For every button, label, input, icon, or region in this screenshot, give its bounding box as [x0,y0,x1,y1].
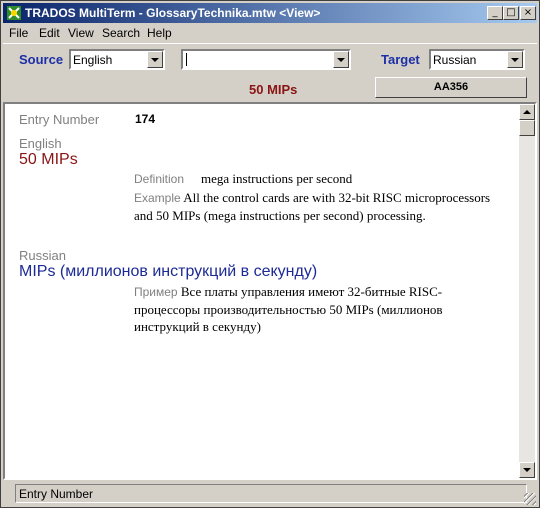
menu-help[interactable]: Help [147,26,172,40]
minimize-button[interactable]: _ [487,6,503,20]
search-toolbar: Source English Target Russian 50 MIPs AA… [3,43,537,102]
example-block: Example All the control cards are with 3… [134,189,506,224]
chevron-down-icon[interactable] [507,51,523,68]
chevron-down-icon[interactable] [147,51,163,68]
text-cursor [186,53,187,66]
target-example-block: Пример Все платы управления имеют 32-бит… [134,283,506,335]
example-label: Example [134,191,181,205]
source-language-value: English [73,53,113,67]
menu-search[interactable]: Search [102,26,140,40]
status-panel: Entry Number [15,484,527,503]
source-language-select[interactable]: English [69,49,165,70]
target-language-value: Russian [433,53,477,67]
scroll-thumb[interactable] [519,120,535,136]
entry-view-pane: Entry Number 174 English 50 MIPs Definit… [3,102,537,480]
maximize-button[interactable]: □ [503,6,519,20]
scroll-down-button[interactable] [519,462,535,478]
close-button[interactable]: × [520,6,536,20]
target-language-select[interactable]: Russian [429,49,525,70]
current-term: 50 MIPs [249,82,298,97]
menu-bar: File Edit View Search Help [3,24,537,42]
entry-number-label: Entry Number [19,112,100,127]
source-label: Source [19,52,64,67]
example-text: All the control cards are with 32-bit RI… [134,190,491,223]
window-title: TRADOS MultiTerm - GlossaryTechnika.mtw … [25,6,321,20]
menu-edit[interactable]: Edit [39,26,60,40]
menu-file[interactable]: File [9,26,28,40]
title-bar[interactable]: TRADOS MultiTerm - GlossaryTechnika.mtw … [3,3,537,23]
app-window: TRADOS MultiTerm - GlossaryTechnika.mtw … [0,0,540,508]
scroll-up-button[interactable] [519,104,535,120]
target-language-heading: Russian [19,248,66,263]
definition-text: mega instructions per second [201,171,353,186]
status-bar: Entry Number [3,482,537,506]
resize-grip-icon[interactable] [524,493,536,505]
source-language-heading: English [19,136,62,151]
target-label: Target [381,52,420,67]
target-example-label: Пример [134,285,178,299]
entry-number-value: 174 [135,112,156,126]
definition-label: Definition [134,172,185,186]
target-term: MIPs (миллионов инструкций в секунду) [19,263,318,280]
vertical-scrollbar[interactable] [519,104,535,478]
search-term-combo[interactable] [181,49,351,70]
chevron-down-icon[interactable] [333,51,349,68]
source-term: 50 MIPs [19,151,78,168]
multiterm-app-icon [7,6,21,20]
target-example-text: Все платы управления имеют 32-битные RIS… [134,284,443,334]
menu-view[interactable]: View [68,26,94,40]
entry-id-button[interactable]: AA356 [375,77,527,98]
status-text: Entry Number [19,487,94,501]
